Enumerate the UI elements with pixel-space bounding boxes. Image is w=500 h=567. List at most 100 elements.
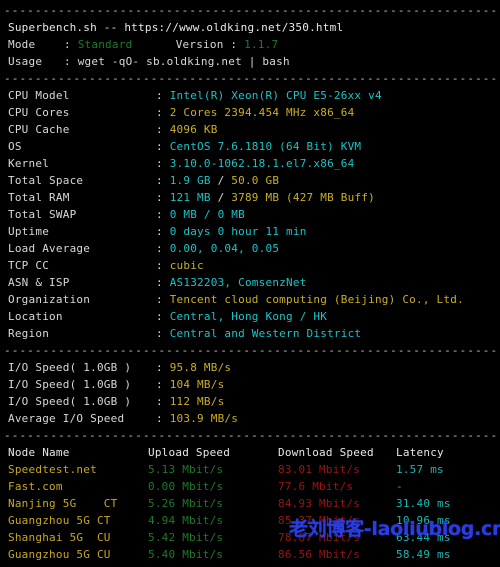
io-label: I/O Speed( 1.0GB ) — [8, 361, 132, 374]
sysinfo-label: Organization — [8, 293, 91, 306]
cell-node: Fast.com — [8, 480, 63, 493]
sysinfo-row: Kernel: 3.10.0-1062.18.1.el7.x86_64 — [8, 157, 355, 170]
table-row: Shanghai 5G CU 5.42 Mbit/s 78.87 Mbit/s 63.… — [0, 529, 500, 546]
cell-latency: 1.57 ms — [396, 463, 444, 476]
sysinfo-value: 0 MB / 0 MB — [169, 208, 245, 221]
sysinfo-label: ASN & ISP — [8, 276, 70, 289]
separator-after-header: ----------------------------------------… — [4, 72, 500, 85]
mode-label: Mode — [8, 38, 36, 51]
sysinfo-row: Region: Central and Western District — [8, 327, 362, 340]
cell-node: Shanghai 5G CU — [8, 531, 111, 544]
io-speed-block: I/O Speed( 1.0GB ): 95.8 MB/s I/O Speed( … — [0, 359, 500, 427]
sysinfo-label: Kernel — [8, 157, 50, 170]
sysinfo-value: Intel(R) Xeon(R) CPU E5-26xx v4 — [169, 89, 382, 102]
cell-download: 85.37 Mbit/s — [278, 514, 361, 527]
sysinfo-value: Tencent cloud computing (Beijing) Co., L… — [169, 293, 464, 306]
header-title-text: Superbench.sh -- https://www.oldking.net… — [8, 21, 344, 34]
sysinfo-row: Total Space: 1.9 GB / 50.0 GB — [8, 174, 280, 187]
cell-upload: 5.56 Mbit/s — [148, 563, 278, 567]
sysinfo-value: 3.10.0-1062.18.1.el7.x86_64 — [169, 157, 355, 170]
cell-download: 83.01 Mbit/s — [278, 463, 361, 476]
cell-latency: 31.40 ms — [396, 497, 451, 510]
cell-latency: - — [396, 480, 403, 493]
io-speed-row: I/O Speed( 1.0GB ): 95.8 MB/s — [8, 361, 232, 374]
sysinfo-row: Total RAM: 121 MB / 3789 MB (427 MB Buff… — [8, 191, 375, 204]
sysinfo-row: Total SWAP: 0 MB / 0 MB — [8, 208, 245, 221]
cell-download: 86.56 Mbit/s — [278, 548, 361, 561]
sysinfo-label: CPU Cores — [8, 106, 70, 119]
io-value: 112 MB/s — [169, 395, 225, 408]
io-speed-row: I/O Speed( 1.0GB ): 112 MB/s — [8, 395, 225, 408]
io-label: Average I/O Speed — [8, 412, 125, 425]
sysinfo-value: 0.00, 0.04, 0.05 — [169, 242, 280, 255]
sysinfo-row: CPU Cores: 2 Cores 2394.454 MHz x86_64 — [8, 106, 355, 119]
cell-upload: 5.42 Mbit/s — [148, 531, 224, 544]
sysinfo-value: CentOS 7.6.1810 (64 Bit) KVM — [169, 140, 362, 153]
header-title: Superbench.sh -- https://www.oldking.net… — [0, 19, 500, 36]
cell-node: Guangzhou 5G CU — [8, 548, 111, 561]
sysinfo-row: Location: Central, Hong Kong / HK — [8, 310, 328, 323]
terminal-window: ----------------------------------------… — [0, 0, 500, 567]
sysinfo-value: 1.9 GB / 50.0 GB — [169, 174, 280, 187]
version-label: Version — [175, 38, 224, 51]
cell-node: Nanjing 5G CM — [8, 563, 148, 567]
sysinfo-label: OS — [8, 140, 22, 153]
sysinfo-label: TCP CC — [8, 259, 50, 272]
cell-upload: 5.26 Mbit/s — [148, 497, 224, 510]
system-info-block: CPU Model: Intel(R) Xeon(R) CPU E5-26xx … — [0, 87, 500, 342]
cell-download: 78.87 Mbit/s — [278, 531, 361, 544]
usage-label: Usage — [8, 55, 43, 68]
sysinfo-row: Load Average: 0.00, 0.04, 0.05 — [8, 242, 280, 255]
table-row: Guangzhou 5G CU 5.40 Mbit/s 86.56 Mbit/s 58… — [0, 546, 500, 563]
sysinfo-row: CPU Cache: 4096 KB — [8, 123, 218, 136]
sysinfo-value: Central and Western District — [169, 327, 362, 340]
cell-latency: 58.49 ms — [396, 548, 451, 561]
column-header-upload: Upload Speed — [148, 446, 231, 459]
cell-latency: 49.44 ms — [396, 563, 451, 567]
sysinfo-label: Load Average — [8, 242, 91, 255]
io-value: 103.9 MB/s — [169, 412, 239, 425]
header-mode-line: Mode: Standard Version : 1.1.7 — [8, 38, 279, 51]
table-row: Speedtest.net 5.13 Mbit/s 83.01 Mbit/s 1.57… — [0, 461, 500, 478]
io-value: 95.8 MB/s — [169, 361, 232, 374]
table-row: Nanjing 5G CM5.56 Mbit/s85.88 Mbit/s49.4… — [0, 563, 500, 567]
sysinfo-label: Location — [8, 310, 63, 323]
version-value: 1.1.7 — [244, 38, 279, 51]
sysinfo-label: Total SWAP — [8, 208, 77, 221]
io-label: I/O Speed( 1.0GB ) — [8, 395, 132, 408]
sysinfo-row: Uptime: 0 days 0 hour 11 min — [8, 225, 307, 238]
sysinfo-value: Central, Hong Kong / HK — [169, 310, 328, 323]
speedtest-table-header: Node Name Upload Speed Download Speed Laten… — [0, 444, 500, 461]
cell-latency: 10.96 ms — [396, 514, 451, 527]
column-header-latency: Latency — [396, 446, 444, 459]
sysinfo-value: AS132203, ComsenzNet — [169, 276, 307, 289]
cell-node: Speedtest.net — [8, 463, 97, 476]
separator-after-sysinfo: ----------------------------------------… — [4, 344, 500, 357]
sysinfo-value: 4096 KB — [169, 123, 218, 136]
column-header-download: Download Speed — [278, 446, 374, 459]
table-row: Fast.com 0.00 Mbit/s 77.6 Mbit/s - — [0, 478, 500, 495]
sysinfo-label: CPU Cache — [8, 123, 70, 136]
speedtest-rows: Speedtest.net 5.13 Mbit/s 83.01 Mbit/s 1.57… — [0, 461, 500, 567]
cell-latency: 63.44 ms — [396, 531, 451, 544]
column-header-node: Node Name — [8, 446, 70, 459]
mode-value: Standard — [77, 38, 133, 51]
sysinfo-row: TCP CC: cubic — [8, 259, 204, 272]
io-speed-row: I/O Speed( 1.0GB ): 104 MB/s — [8, 378, 225, 391]
cell-node: Guangzhou 5G CT — [8, 514, 111, 527]
separator-top: ----------------------------------------… — [4, 4, 500, 17]
sysinfo-label: Region — [8, 327, 50, 340]
sysinfo-label: Uptime — [8, 225, 50, 238]
usage-value: wget -qO- sb.oldking.net | bash — [77, 55, 290, 68]
cell-download: 84.93 Mbit/s — [278, 497, 361, 510]
header-usage-line: Usage: wget -qO- sb.oldking.net | bash — [8, 55, 290, 68]
sysinfo-value: 0 days 0 hour 11 min — [169, 225, 307, 238]
sysinfo-label: Total RAM — [8, 191, 70, 204]
cell-upload: 5.13 Mbit/s — [148, 463, 224, 476]
separator-after-io: ----------------------------------------… — [4, 429, 500, 442]
table-row: Nanjing 5G CT 5.26 Mbit/s 84.93 Mbit/s 31.4… — [0, 495, 500, 512]
sysinfo-label: CPU Model — [8, 89, 70, 102]
io-label: I/O Speed( 1.0GB ) — [8, 378, 132, 391]
io-value: 104 MB/s — [169, 378, 225, 391]
io-speed-row: Average I/O Speed: 103.9 MB/s — [8, 412, 239, 425]
